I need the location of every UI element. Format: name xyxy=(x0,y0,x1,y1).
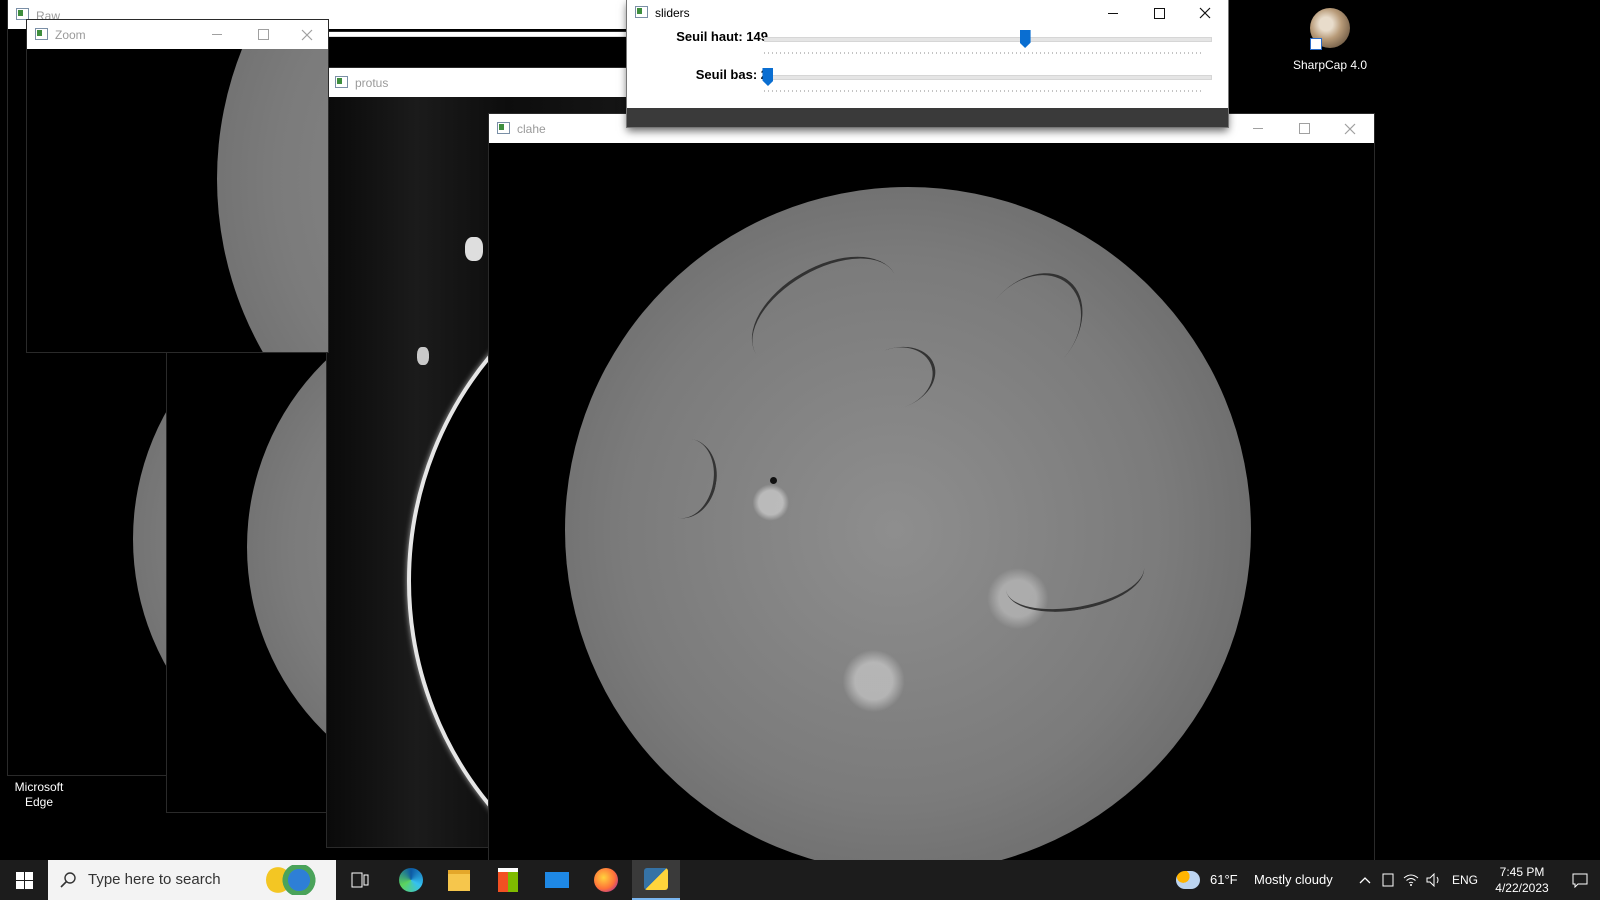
window-app-icon xyxy=(35,28,48,40)
close-icon xyxy=(1199,7,1211,19)
start-button[interactable] xyxy=(0,860,48,900)
windows-logo-icon xyxy=(15,871,33,889)
weather-description: Mostly cloudy xyxy=(1254,872,1333,887)
clahe-maximize-button[interactable] xyxy=(1281,114,1327,143)
zoom-window[interactable]: Zoom xyxy=(27,20,328,352)
search-highlight-earth-icon xyxy=(266,865,326,895)
window-app-icon xyxy=(16,8,29,20)
show-hidden-icons-button[interactable] xyxy=(1354,860,1376,900)
close-icon xyxy=(301,29,313,40)
filament xyxy=(647,433,723,524)
mail-taskbar-button[interactable] xyxy=(533,860,581,900)
edge-label-line2: Edge xyxy=(24,795,54,809)
shortcut-arrow-icon xyxy=(1310,38,1322,50)
language-indicator[interactable]: ENG xyxy=(1448,860,1482,900)
prominence-1 xyxy=(465,237,483,261)
zoom-titlebar[interactable]: Zoom xyxy=(27,20,328,49)
seuil-bas-ticks xyxy=(764,90,1202,92)
filament xyxy=(955,252,1105,405)
window-app-icon xyxy=(635,6,648,18)
firefox-icon xyxy=(594,868,618,892)
zoom-title: Zoom xyxy=(55,28,86,42)
python-app-icon xyxy=(644,868,668,890)
seuil-haut-ticks xyxy=(764,52,1202,54)
device-icon xyxy=(1382,873,1394,887)
weather-widget[interactable]: 61°F Mostly cloudy xyxy=(1176,860,1336,900)
filament xyxy=(1000,535,1150,622)
clahe-window[interactable]: clahe xyxy=(489,114,1374,860)
sharpcap-shortcut[interactable]: SharpCap 4.0 xyxy=(1292,8,1368,76)
seuil-haut-thumb[interactable] xyxy=(1019,30,1031,48)
seuil-haut-label: Seuil haut: 149 xyxy=(676,29,768,44)
sliders-minimize-button[interactable] xyxy=(1090,0,1136,26)
zoom-sun-image xyxy=(217,49,328,352)
seuil-haut-row: Seuil haut: 149 xyxy=(627,26,1228,64)
volume-button[interactable] xyxy=(1423,860,1445,900)
seuil-bas-label: Seuil bas: 2 xyxy=(695,67,768,82)
sliders-footer-bar xyxy=(627,108,1228,127)
filament xyxy=(845,336,945,421)
zoom-maximize-button[interactable] xyxy=(240,20,286,49)
sliders-window[interactable]: sliders Seuil haut: 149 Seuil bas: 2 xyxy=(627,0,1228,127)
seuil-bas-track[interactable] xyxy=(764,75,1212,80)
clock-date: 4/22/2023 xyxy=(1495,881,1549,895)
seuil-bas-thumb[interactable] xyxy=(762,68,774,86)
network-button[interactable] xyxy=(1400,860,1422,900)
zoom-close-button[interactable] xyxy=(284,20,330,49)
meet-now-button[interactable] xyxy=(1377,860,1399,900)
search-icon xyxy=(60,872,76,888)
clahe-image-viewport xyxy=(489,143,1374,860)
zoom-image-viewport xyxy=(27,49,328,352)
seuil-bas-row: Seuil bas: 2 xyxy=(627,64,1228,102)
firefox-taskbar-button[interactable] xyxy=(582,860,630,900)
window-app-icon xyxy=(497,122,510,134)
task-view-button[interactable] xyxy=(336,860,384,900)
file-explorer-icon xyxy=(448,869,470,891)
taskbar: Type here to search 61°F Mostly cloudy E… xyxy=(0,860,1600,900)
window-app-icon xyxy=(335,76,348,88)
python-app-taskbar-button[interactable] xyxy=(632,860,680,900)
zoom-minimize-button[interactable] xyxy=(194,20,240,49)
edge-label-line1: Microsoft xyxy=(14,780,64,794)
cloudy-weather-icon xyxy=(1176,871,1200,889)
sliders-maximize-button[interactable] xyxy=(1136,0,1182,26)
task-view-icon xyxy=(351,872,369,888)
clahe-minimize-button[interactable] xyxy=(1235,114,1281,143)
wifi-icon xyxy=(1403,874,1419,886)
protus-title: protus xyxy=(355,76,389,90)
weather-temp: 61°F xyxy=(1210,872,1238,887)
taskbar-search-box[interactable]: Type here to search xyxy=(48,860,336,900)
mail-icon xyxy=(545,872,569,888)
sunspot xyxy=(770,477,777,484)
edge-taskbar-button[interactable] xyxy=(387,860,435,900)
file-explorer-taskbar-button[interactable] xyxy=(435,860,483,900)
clock[interactable]: 7:45 PM 4/22/2023 xyxy=(1484,860,1560,900)
clahe-sun-image xyxy=(565,187,1251,860)
sliders-titlebar[interactable]: sliders xyxy=(627,0,1228,26)
protus-titlebar[interactable]: protus xyxy=(327,68,627,97)
clahe-title: clahe xyxy=(517,122,546,136)
edge-icon xyxy=(399,868,423,892)
sliders-close-button[interactable] xyxy=(1182,0,1228,26)
sharpcap-label: SharpCap 4.0 xyxy=(1292,58,1368,72)
notification-center-button[interactable] xyxy=(1560,860,1600,900)
search-placeholder: Type here to search xyxy=(88,871,221,888)
notification-icon xyxy=(1572,873,1588,888)
store-taskbar-button[interactable] xyxy=(484,860,532,900)
speaker-icon xyxy=(1426,873,1439,887)
chevron-up-icon xyxy=(1359,877,1371,884)
close-icon xyxy=(1344,123,1356,134)
sliders-title: sliders xyxy=(655,6,690,20)
edge-shortcut[interactable]: Microsoft Edge xyxy=(4,780,74,820)
prominence-2 xyxy=(417,347,429,365)
language-text: ENG xyxy=(1451,873,1478,887)
store-icon xyxy=(498,868,518,892)
seuil-haut-track[interactable] xyxy=(764,37,1212,42)
clock-time: 7:45 PM xyxy=(1499,865,1545,879)
clahe-close-button[interactable] xyxy=(1327,114,1373,143)
